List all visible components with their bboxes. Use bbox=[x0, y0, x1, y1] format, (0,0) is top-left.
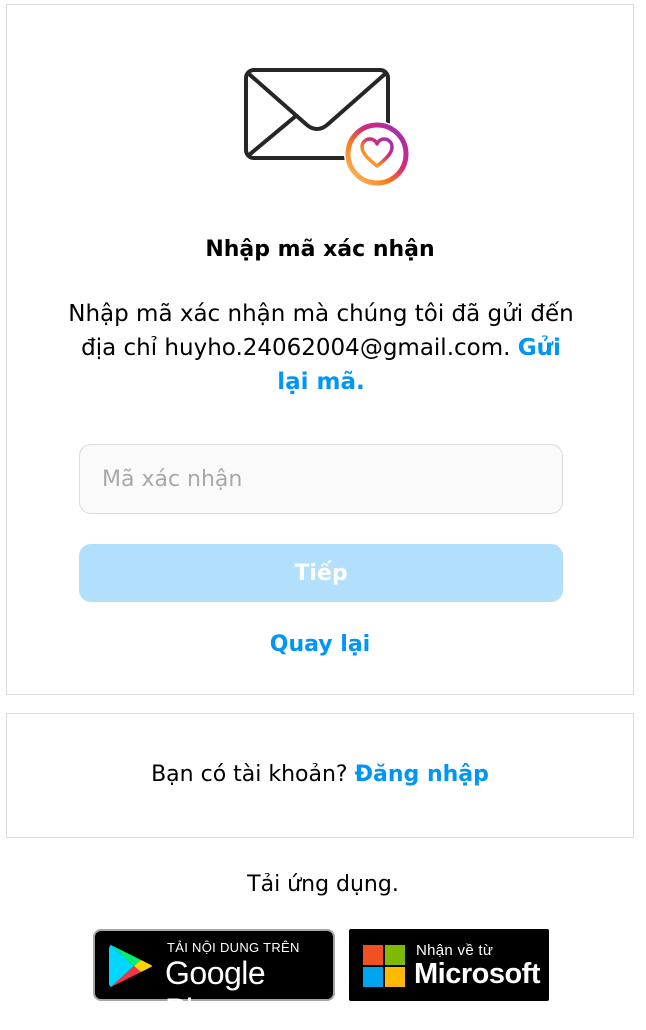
get-app-label: Tải ứng dụng. bbox=[247, 872, 399, 897]
login-card: Bạn có tài khoản? Đăng nhập bbox=[6, 713, 634, 838]
envelope-with-heart-icon bbox=[237, 63, 417, 193]
google-play-small-text: TẢI NỘI DUNG TRÊN bbox=[167, 940, 300, 955]
microsoft-small-text: Nhận về từ bbox=[416, 942, 494, 959]
have-account-prompt: Bạn có tài khoản? bbox=[151, 762, 355, 787]
google-play-big-text: Google Play bbox=[165, 955, 266, 1028]
microsoft-big-text: Microsoft bbox=[414, 958, 541, 990]
google-play-icon bbox=[109, 945, 152, 987]
have-account-line: Bạn có tài khoản? Đăng nhập bbox=[7, 762, 633, 787]
login-link[interactable]: Đăng nhập bbox=[355, 762, 489, 787]
go-back-link[interactable]: Quay lại bbox=[7, 632, 633, 657]
microsoft-store-badge[interactable]: Nhận về từ Microsoft bbox=[349, 929, 549, 1001]
microsoft-logo-icon bbox=[363, 945, 405, 987]
google-play-badge[interactable]: TẢI NỘI DUNG TRÊN Google Play bbox=[93, 929, 335, 1028]
page-title: Nhập mã xác nhận bbox=[205, 237, 435, 262]
verify-code-card: Nhập mã xác nhận Nhập mã xác nhận mà chú… bbox=[6, 4, 634, 695]
confirmation-code-input[interactable] bbox=[79, 444, 563, 514]
instruction-text: Nhập mã xác nhận mà chúng tôi đã gửi đến… bbox=[67, 297, 575, 399]
instruction-body: Nhập mã xác nhận mà chúng tôi đã gửi đến… bbox=[68, 301, 574, 361]
next-button[interactable]: Tiếp bbox=[79, 544, 563, 602]
